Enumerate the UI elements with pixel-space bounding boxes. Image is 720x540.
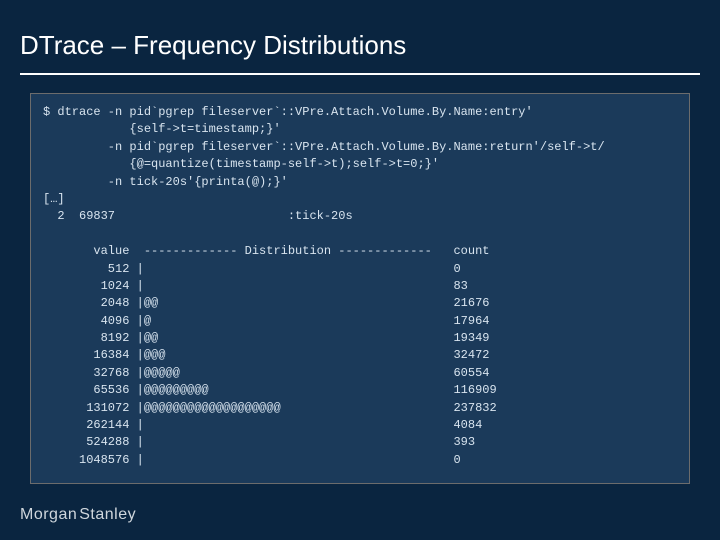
title-underline xyxy=(20,73,700,75)
code-block: $ dtrace -n pid`pgrep fileserver`::VPre.… xyxy=(30,93,690,484)
slide: DTrace – Frequency Distributions $ dtrac… xyxy=(0,0,720,540)
page-title: DTrace – Frequency Distributions xyxy=(20,30,700,61)
footer-word-2: Stanley xyxy=(79,506,136,523)
footer-word-1: Morgan xyxy=(20,506,77,523)
title-wrap: DTrace – Frequency Distributions xyxy=(0,0,720,67)
footer-logo: MorganStanley xyxy=(20,506,136,524)
